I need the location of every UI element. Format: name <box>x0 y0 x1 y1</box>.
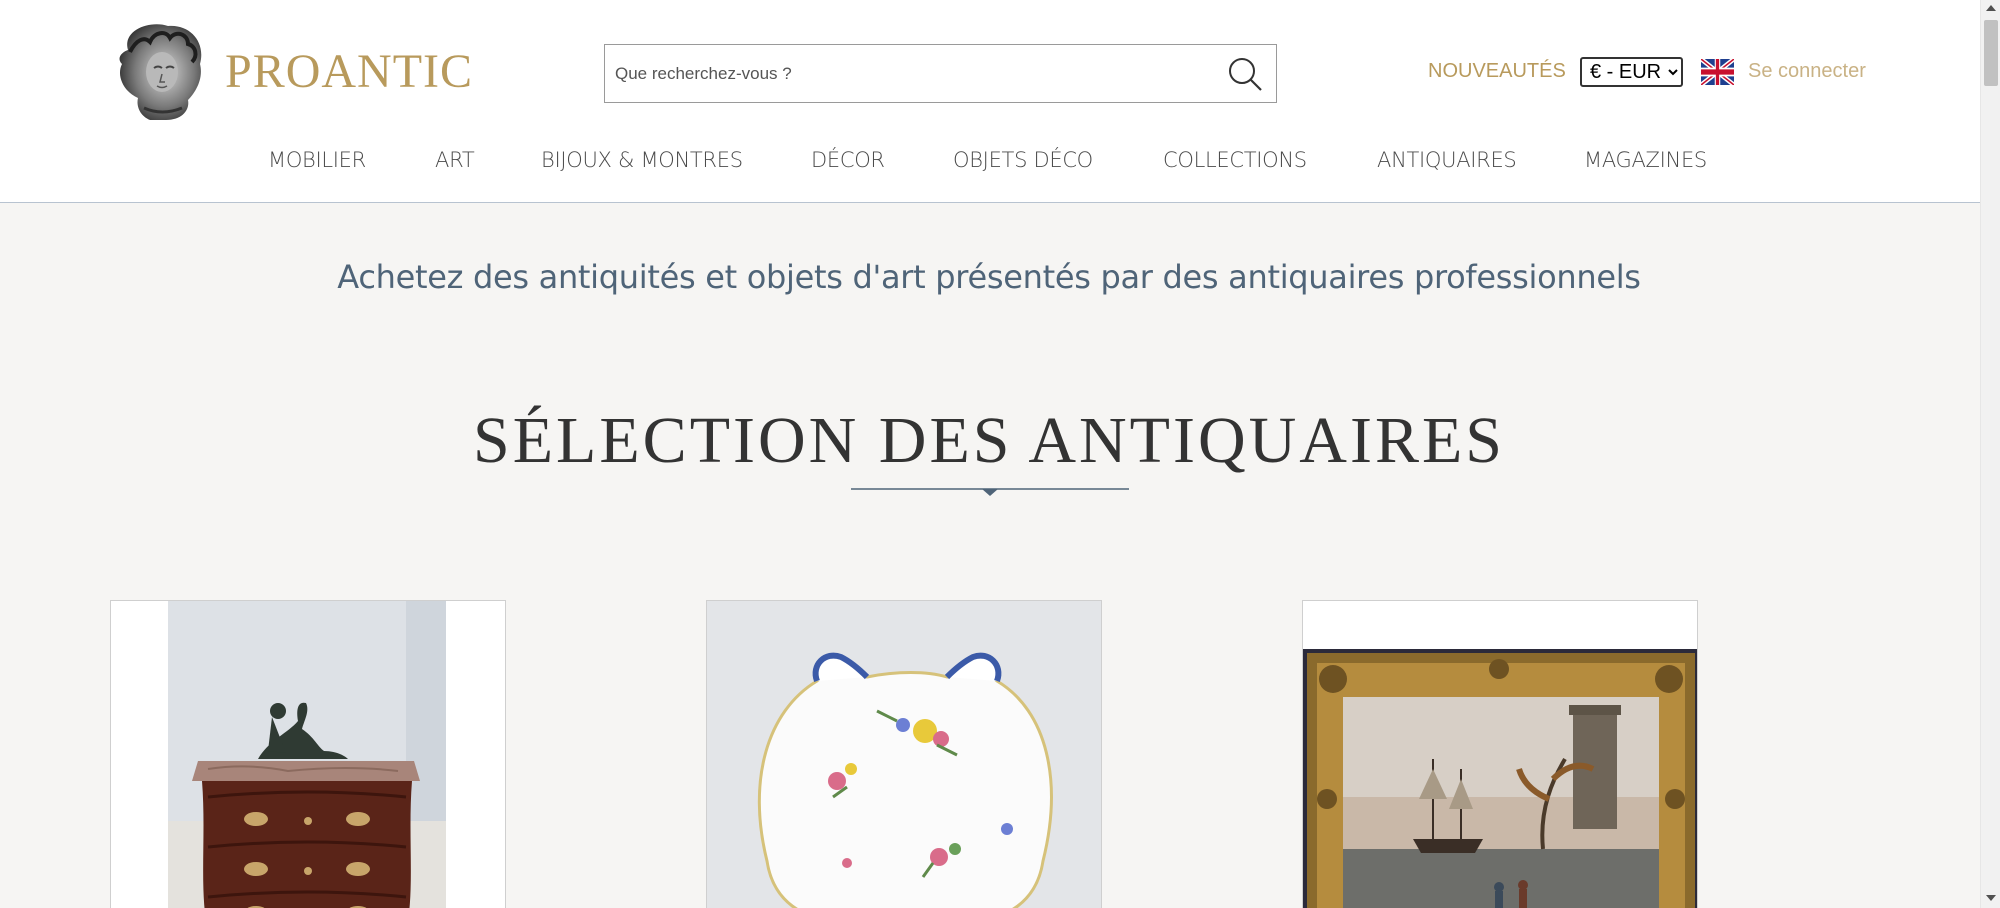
nav-item-mobilier[interactable]: MOBILIER <box>268 148 366 172</box>
page-tagline: Achetez des antiquités et objets d'art p… <box>337 258 1641 296</box>
nav-item-objets-deco[interactable]: OBJETS DÉCO <box>953 148 1093 172</box>
main-nav: MOBILIER ART BIJOUX & MONTRES DÉCOR OBJE… <box>0 148 1980 178</box>
nav-item-decor[interactable]: DÉCOR <box>811 148 885 172</box>
nav-item-magazines[interactable]: MAGAZINES <box>1584 148 1707 172</box>
scroll-thumb[interactable] <box>1984 20 1998 86</box>
product-card[interactable] <box>1302 600 1698 908</box>
product-image-commode[interactable] <box>168 601 446 908</box>
nav-item-antiquaires[interactable]: ANTIQUAIRES <box>1377 148 1517 172</box>
site-header: PROANTIC NOUVEAUTÉS € - EUR Se connecter… <box>0 0 1980 203</box>
scroll-down-arrow-icon[interactable] <box>1985 893 1997 903</box>
search-input[interactable] <box>615 45 1195 102</box>
product-image-porcelain-dish[interactable] <box>707 601 1102 908</box>
currency-select[interactable]: € - EUR <box>1580 57 1683 87</box>
login-link[interactable]: Se connecter <box>1748 60 1866 83</box>
search-icon[interactable] <box>1225 55 1265 93</box>
nav-item-collections[interactable]: COLLECTIONS <box>1163 148 1307 172</box>
nav-item-art[interactable]: ART <box>435 148 475 172</box>
nouveautes-link[interactable]: NOUVEAUTÉS <box>1428 60 1566 83</box>
scroll-up-arrow-icon[interactable] <box>1985 3 1997 13</box>
scrollbar[interactable] <box>1980 0 2000 908</box>
logo-text[interactable]: PROANTIC <box>225 44 473 99</box>
logo-bust-icon[interactable] <box>110 20 210 122</box>
product-card[interactable] <box>110 600 506 908</box>
title-divider <box>851 488 1129 496</box>
nav-item-bijoux-montres[interactable]: BIJOUX & MONTRES <box>541 148 743 172</box>
uk-flag-icon[interactable] <box>1701 59 1734 85</box>
product-image-marine-painting[interactable] <box>1303 649 1698 908</box>
search-box <box>604 44 1277 103</box>
product-card[interactable] <box>706 600 1102 908</box>
section-title: SÉLECTION DES ANTIQUAIRES <box>473 404 1505 477</box>
